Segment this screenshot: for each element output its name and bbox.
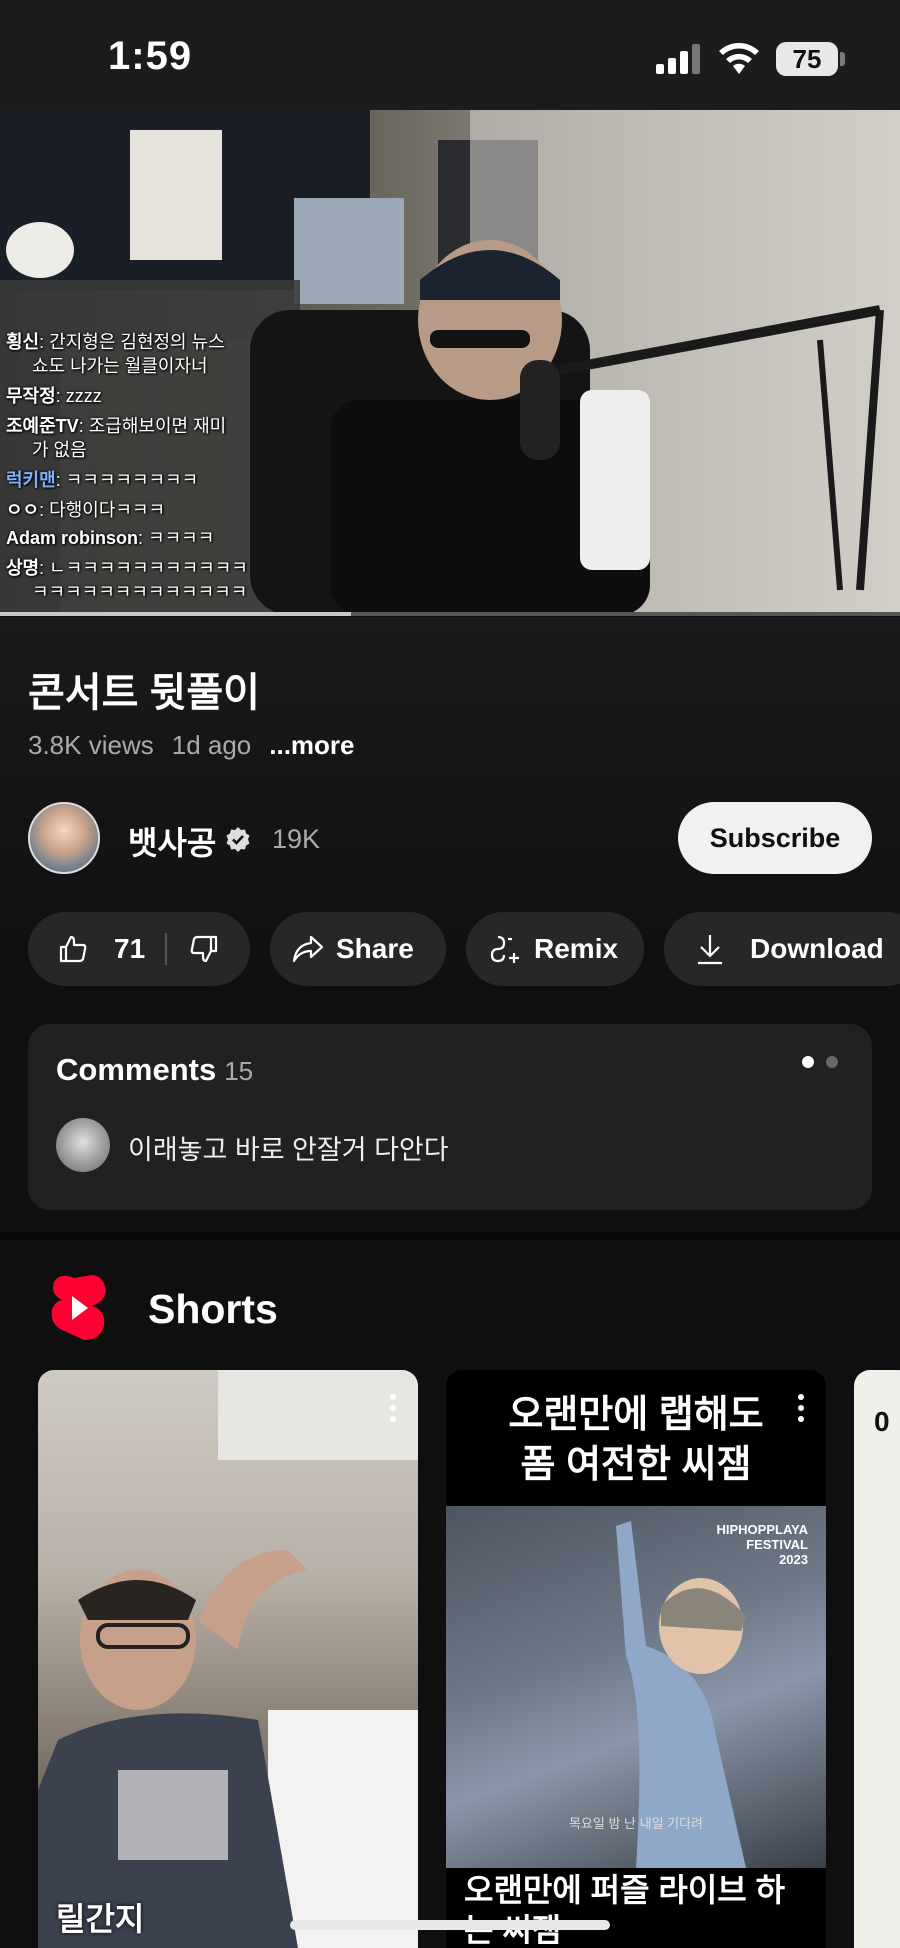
share-button[interactable]: Share [270, 912, 446, 986]
comments-card[interactable]: Comments 15 이래놓고 바로 안잘거 다안다 [28, 1024, 872, 1210]
short-subtitle: 목요일 밤 난 내일 기다려 [568, 1816, 704, 1831]
channel-name[interactable]: 뱃사공 [128, 818, 216, 864]
chat-line: Adam robinson: ㅋㅋㅋㅋ [6, 528, 215, 548]
like-divider [165, 933, 168, 965]
festival-logo: HIPHOPPLAYA FESTIVAL 2023 [716, 1522, 808, 1567]
cellular-signal-icon [656, 44, 700, 74]
channel-avatar[interactable] [28, 802, 100, 874]
remix-label: Remix [534, 933, 619, 964]
subscriber-count: 19K [272, 824, 321, 854]
section-divider [0, 1232, 900, 1240]
chat-line: 조예준TV: 조급해보이면 재미 [6, 416, 227, 436]
short-overlay-text: 오랜만에 랩해도 폼 여전한 씨잼 [508, 1394, 764, 1486]
shorts-section-title: Shorts [148, 1286, 278, 1332]
upload-age: 1d ago [171, 730, 252, 760]
chat-line: 쇼도 나가는 월클이자너 [32, 356, 208, 376]
more-link[interactable]: ...more [269, 730, 354, 760]
short-menu-icon[interactable] [798, 1394, 804, 1427]
video-meta: 3.8K views 1d ago ...more [28, 730, 373, 761]
pager-dot-active [802, 1056, 814, 1068]
chat-line: ㅋㅋㅋㅋㅋㅋㅋㅋㅋㅋㅋㅋㅋ [32, 582, 248, 602]
home-indicator [290, 1920, 610, 1930]
battery-tip [840, 52, 845, 66]
remix-button[interactable]: Remix [466, 912, 644, 986]
short-thumbnail: HIPHOPPLAYA FESTIVAL 2023 목요일 밤 난 내일 기다려 [446, 1506, 826, 1868]
chat-line: 횡신: 간지형은 김현정의 뉴스 [6, 332, 225, 352]
video-player[interactable]: 횡신: 간지형은 김현정의 뉴스 쇼도 나가는 월클이자너 무작정: zzzz … [0, 110, 900, 615]
battery-level: 75 [776, 42, 838, 76]
verified-badge-icon [226, 827, 250, 852]
short-card[interactable]: 릴간지 [38, 1370, 418, 1948]
commenter-avatar [56, 1118, 110, 1172]
video-progress-fill [0, 612, 351, 616]
subscribe-button[interactable]: Subscribe [678, 802, 872, 874]
status-time: 1:59 [108, 34, 193, 78]
download-button[interactable]: Download [664, 912, 900, 986]
comments-header: Comments 15 [56, 1052, 253, 1088]
download-label: Download [750, 933, 884, 964]
like-count[interactable]: 71 [114, 933, 145, 965]
chat-line: 상명: ㄴㅋㅋㅋㅋㅋㅋㅋㅋㅋㅋㅋ [6, 558, 248, 578]
thumbs-down-icon[interactable] [189, 934, 219, 964]
short-card-partial[interactable]: 0 [854, 1370, 900, 1948]
thumbs-up-icon[interactable] [58, 934, 88, 964]
shorts-logo-icon [51, 1275, 106, 1340]
top-comment-text: 이래놓고 바로 안잘거 다안다 [128, 1135, 449, 1165]
share-label: Share [336, 933, 414, 964]
chat-line: ㅇㅇ: 다행이다ㅋㅋㅋ [6, 500, 166, 520]
short-card[interactable]: 오랜만에 랩해도 폼 여전한 씨잼 HIPHOPPLAYA FESTIVAL 2… [446, 1370, 826, 1948]
video-title: 콘서트 뒷풀이 [28, 671, 260, 715]
share-arrow-icon [292, 935, 324, 963]
short-thumbnail [38, 1370, 418, 1948]
chat-line: 무작정: zzzz [6, 386, 102, 406]
short-menu-icon[interactable] [390, 1394, 396, 1427]
short-partial-text: 0 [874, 1406, 890, 1437]
like-dislike-pill: 71 [28, 912, 250, 986]
short-title: 릴간지 [56, 1901, 145, 1937]
pager-dot [826, 1056, 838, 1068]
remix-icon [490, 935, 519, 963]
comments-count: 15 [224, 1056, 254, 1086]
view-count: 3.8K views [28, 730, 154, 760]
chat-line: 가 없음 [32, 440, 87, 460]
download-icon [698, 935, 722, 965]
chat-line: 럭키맨: ㅋㅋㅋㅋㅋㅋㅋㅋ [6, 470, 199, 490]
short-title: 오랜만에 퍼즐 라이브 하는 씨잼 [464, 1872, 786, 1948]
comments-title: Comments [56, 1052, 217, 1087]
wifi-icon [719, 43, 759, 74]
